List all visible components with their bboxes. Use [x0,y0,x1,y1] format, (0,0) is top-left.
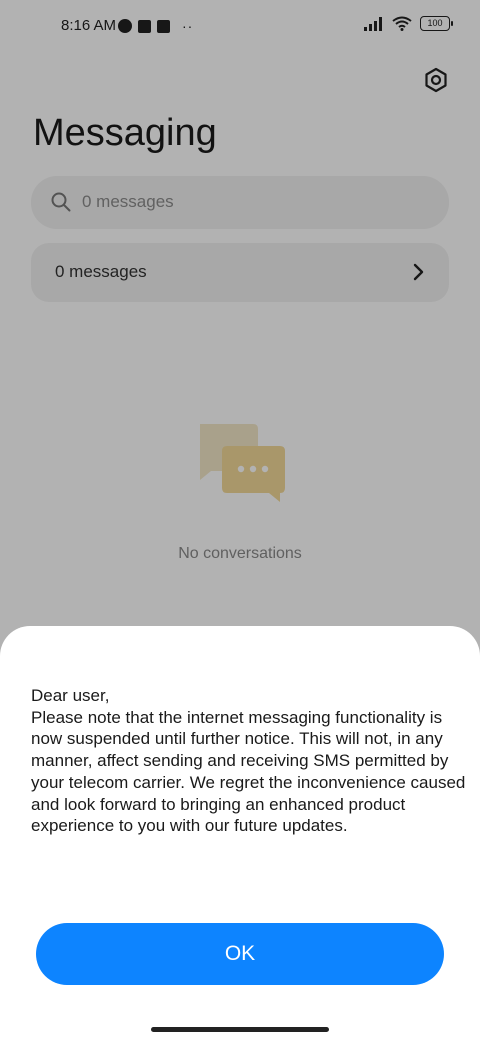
notice-dialog: Dear user, Please note that the internet… [0,626,480,1040]
home-indicator[interactable] [151,1027,329,1032]
ok-button[interactable]: OK [36,923,444,985]
notice-message: Dear user, Please note that the internet… [31,686,466,836]
